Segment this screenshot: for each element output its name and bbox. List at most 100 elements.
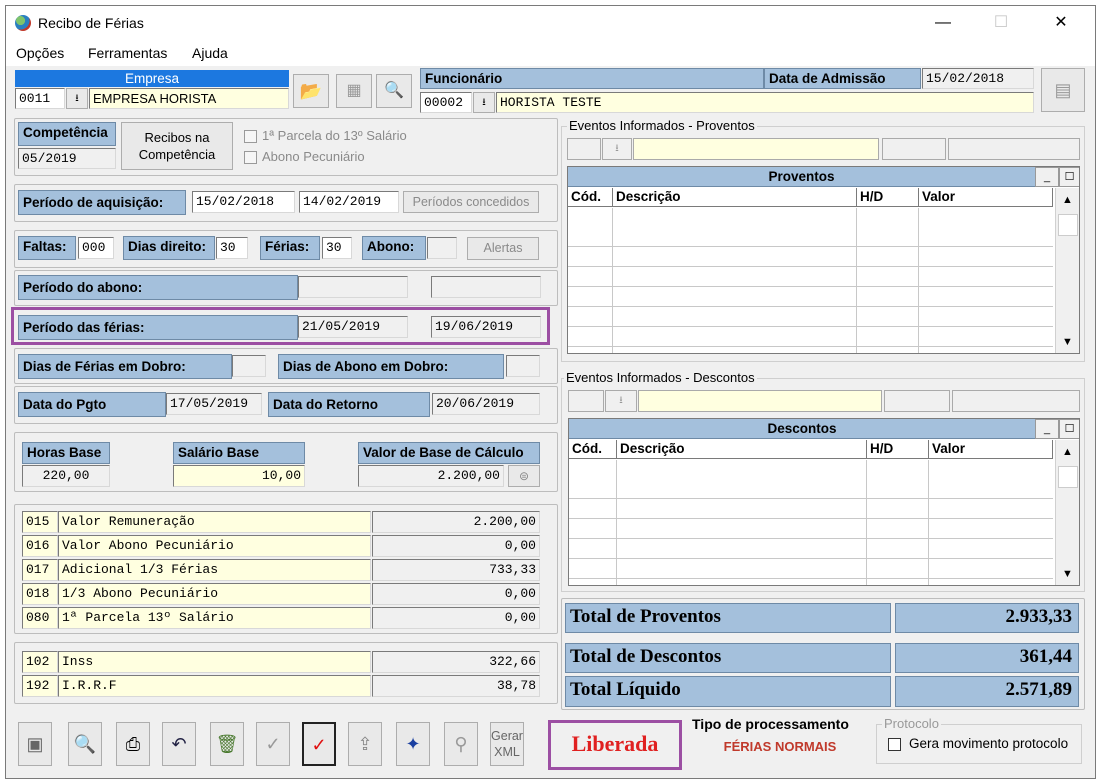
aquisicao-start-field[interactable]: 15/02/2018 xyxy=(192,191,295,213)
horas-base-field[interactable]: 220,00 xyxy=(22,465,110,487)
provento-item-desc[interactable]: Adicional 1/3 Férias xyxy=(58,559,371,581)
scroll-down-icon[interactable]: ▼ xyxy=(1062,568,1073,580)
options-button[interactable]: ✦ xyxy=(396,722,430,766)
search-document-button[interactable]: 🔍 xyxy=(376,74,412,108)
export-button[interactable]: ⇪ xyxy=(348,722,382,766)
save-button[interactable]: ▣ xyxy=(18,722,52,766)
desconto-item-desc[interactable]: I.R.R.F xyxy=(58,675,371,697)
provento-item-desc[interactable]: Valor Remuneração xyxy=(58,511,371,533)
scroll-up-icon[interactable]: ▲ xyxy=(1062,446,1073,458)
proventos-col-descricao[interactable]: Descrição xyxy=(613,188,857,207)
menu-opcoes[interactable]: Opções xyxy=(16,45,64,61)
undo-button[interactable]: ↶ xyxy=(162,722,196,766)
empresa-lookup-button[interactable]: ⭳ xyxy=(66,88,88,109)
eventos-descontos-desc-field[interactable] xyxy=(638,390,882,412)
desconto-item-value[interactable]: 322,66 xyxy=(372,651,540,673)
eventos-descontos-valor-field[interactable] xyxy=(952,390,1080,412)
alertas-button[interactable]: Alertas xyxy=(467,237,539,260)
provento-item-code[interactable]: 018 xyxy=(22,583,58,605)
provento-item-value[interactable]: 0,00 xyxy=(372,607,540,629)
eventos-descontos-code-field[interactable] xyxy=(568,390,604,412)
delete-button[interactable]: 🗑 xyxy=(210,722,244,766)
proventos-maximize-button[interactable]: ☐ xyxy=(1059,167,1079,187)
user-search-button[interactable]: ⚲ xyxy=(444,722,478,766)
eventos-proventos-hd-field[interactable] xyxy=(882,138,946,160)
descontos-minimize-button[interactable]: _ xyxy=(1035,419,1059,439)
proventos-scroll-thumb[interactable] xyxy=(1058,214,1078,236)
base-calculo-field[interactable]: 2.200,00 xyxy=(358,465,504,487)
liberar-button[interactable]: ✓ xyxy=(302,722,336,766)
search-button[interactable]: 🔍 xyxy=(68,722,102,766)
empresa-name-field[interactable]: EMPRESA HORISTA xyxy=(89,88,289,109)
periodos-concedidos-button[interactable]: Períodos concedidos xyxy=(403,191,539,213)
funcionario-code-field[interactable]: 00002 xyxy=(420,92,472,113)
provento-item-desc[interactable]: 1/3 Abono Pecuniário xyxy=(58,583,371,605)
provento-item-value[interactable]: 2.200,00 xyxy=(372,511,540,533)
competencia-field[interactable]: 05/2019 xyxy=(18,148,116,169)
periodo-abono-start-field[interactable] xyxy=(298,276,408,298)
provento-item-code[interactable]: 015 xyxy=(22,511,58,533)
protocolo-checkbox[interactable] xyxy=(888,738,901,751)
desconto-item-code[interactable]: 192 xyxy=(22,675,58,697)
funcionario-name-field[interactable]: HORISTA TESTE xyxy=(496,92,1034,113)
proventos-scrollbar[interactable]: ▲ ▼ xyxy=(1055,188,1079,353)
provento-item-value[interactable]: 733,33 xyxy=(372,559,540,581)
print-button[interactable]: ⎙ xyxy=(116,722,150,766)
provento-item-value[interactable]: 0,00 xyxy=(372,583,540,605)
salario-base-field[interactable]: 10,00 xyxy=(173,465,305,487)
employee-card-button[interactable]: ▤ xyxy=(1041,68,1085,112)
desconto-item-code[interactable]: 102 xyxy=(22,651,58,673)
calculate-button[interactable]: ⊜ xyxy=(508,465,540,487)
descontos-col-valor[interactable]: Valor xyxy=(929,440,1053,459)
abono-field[interactable] xyxy=(427,237,457,259)
abono-dobro-field[interactable] xyxy=(506,355,540,377)
minimize-button[interactable]: — xyxy=(928,12,958,34)
eventos-descontos-hd-field[interactable] xyxy=(884,390,950,412)
open-folder-button[interactable]: 📂 xyxy=(293,74,329,108)
menu-ajuda[interactable]: Ajuda xyxy=(192,45,228,61)
abono-pecuniario-checkbox[interactable] xyxy=(244,151,257,164)
descontos-maximize-button[interactable]: ☐ xyxy=(1059,419,1079,439)
close-button[interactable]: ✕ xyxy=(1046,12,1076,34)
scroll-down-icon[interactable]: ▼ xyxy=(1062,336,1073,348)
admissao-field[interactable]: 15/02/2018 xyxy=(922,68,1034,89)
confirm-button[interactable]: ✓ xyxy=(256,722,290,766)
descontos-col-descricao[interactable]: Descrição xyxy=(617,440,867,459)
eventos-proventos-valor-field[interactable] xyxy=(948,138,1080,160)
faltas-field[interactable]: 000 xyxy=(78,237,114,259)
document-button[interactable]: ▦ xyxy=(336,74,372,108)
proventos-minimize-button[interactable]: _ xyxy=(1035,167,1059,187)
recibos-competencia-button[interactable]: Recibos na Competência xyxy=(121,122,233,170)
descontos-col-hd[interactable]: H/D xyxy=(867,440,929,459)
pgto-field[interactable]: 17/05/2019 xyxy=(166,393,262,415)
gerar-xml-button[interactable]: Gerar XML xyxy=(490,722,524,766)
descontos-col-cod[interactable]: Cód. xyxy=(569,440,617,459)
proventos-col-hd[interactable]: H/D xyxy=(857,188,919,207)
provento-item-desc[interactable]: 1ª Parcela 13º Salário xyxy=(58,607,371,629)
provento-item-value[interactable]: 0,00 xyxy=(372,535,540,557)
funcionario-lookup-button[interactable]: ⭳ xyxy=(473,92,495,113)
eventos-proventos-desc-field[interactable] xyxy=(633,138,879,160)
desconto-item-value[interactable]: 38,78 xyxy=(372,675,540,697)
scroll-up-icon[interactable]: ▲ xyxy=(1062,194,1073,206)
menu-ferramentas[interactable]: Ferramentas xyxy=(88,45,167,61)
proventos-col-cod[interactable]: Cód. xyxy=(568,188,613,207)
provento-item-code[interactable]: 080 xyxy=(22,607,58,629)
desconto-item-desc[interactable]: Inss xyxy=(58,651,371,673)
provento-item-desc[interactable]: Valor Abono Pecuniário xyxy=(58,535,371,557)
retorno-field[interactable]: 20/06/2019 xyxy=(432,393,540,415)
eventos-proventos-code-field[interactable] xyxy=(567,138,601,160)
ferias-dobro-field[interactable] xyxy=(232,355,266,377)
provento-item-code[interactable]: 016 xyxy=(22,535,58,557)
empresa-code-field[interactable]: 0011 xyxy=(15,88,65,109)
provento-item-code[interactable]: 017 xyxy=(22,559,58,581)
eventos-proventos-lookup-button[interactable]: ⭳ xyxy=(602,138,632,160)
proventos-col-valor[interactable]: Valor xyxy=(919,188,1053,207)
ferias-field[interactable]: 30 xyxy=(322,237,352,259)
periodo-abono-end-field[interactable] xyxy=(431,276,541,298)
aquisicao-end-field[interactable]: 14/02/2019 xyxy=(299,191,399,213)
dias-direito-field[interactable]: 30 xyxy=(216,237,248,259)
descontos-scroll-thumb[interactable] xyxy=(1058,466,1078,488)
eventos-descontos-lookup-button[interactable]: ⭳ xyxy=(605,390,637,412)
maximize-button[interactable]: ☐ xyxy=(986,12,1016,34)
